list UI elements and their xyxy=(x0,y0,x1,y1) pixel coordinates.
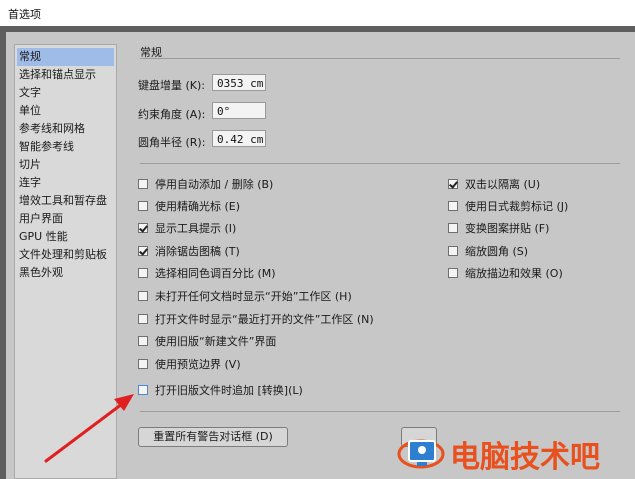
annotation-arrow-icon xyxy=(44,394,134,463)
watermark: 电脑技术吧 xyxy=(395,430,635,475)
watermark-logo-icon xyxy=(397,439,445,469)
watermark-text: 电脑技术吧 xyxy=(450,440,600,475)
